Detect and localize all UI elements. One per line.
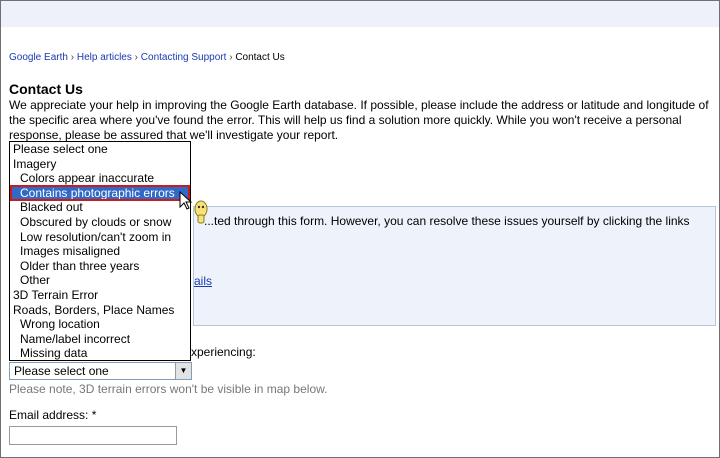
issue-type-select[interactable]: Please select one ▼ <box>9 362 192 380</box>
top-bar <box>1 1 719 27</box>
option-name-label-incorrect[interactable]: Name/label incorrect <box>11 332 189 346</box>
hand-pointer-cursor-icon <box>179 191 208 224</box>
option-blacked-out[interactable]: Blacked out <box>11 200 189 214</box>
option-contains-photographic-errors[interactable]: Contains photographic errors <box>10 184 190 201</box>
option-colors-appear-inaccurate[interactable]: Colors appear inaccurate <box>11 171 189 185</box>
issue-type-dropdown-list[interactable]: Please select one Imagery Colors appear … <box>9 141 191 361</box>
email-input[interactable] <box>9 426 177 445</box>
option-older-than-three-years[interactable]: Older than three years <box>11 259 189 273</box>
option-images-misaligned[interactable]: Images misaligned <box>11 244 189 258</box>
breadcrumb: Google Earth › Help articles › Contactin… <box>9 52 285 63</box>
page-frame: Google Earth › Help articles › Contactin… <box>0 0 720 458</box>
breadcrumb-help-articles[interactable]: Help articles <box>77 52 132 63</box>
option-missing-data[interactable]: Missing data <box>11 346 189 360</box>
option-please-select-one[interactable]: Please select one <box>11 142 189 156</box>
breadcrumb-separator: › <box>134 52 138 63</box>
info-box-link[interactable]: ails <box>194 274 212 288</box>
terrain-note: Please note, 3D terrain errors won't be … <box>9 382 328 396</box>
page-title: Contact Us <box>9 81 83 97</box>
intro-paragraph: We appreciate your help in improving the… <box>9 98 709 142</box>
breadcrumb-google-earth[interactable]: Google Earth <box>9 52 68 63</box>
issue-type-select-value: Please select one <box>14 364 109 378</box>
info-box-text: ...ted through this form. However, you c… <box>204 214 690 228</box>
option-wrong-location[interactable]: Wrong location <box>11 317 189 331</box>
optgroup-imagery: Imagery <box>13 156 57 171</box>
chevron-down-icon[interactable]: ▼ <box>175 363 191 379</box>
option-3d-terrain-error[interactable]: 3D Terrain Error <box>11 288 189 302</box>
breadcrumb-separator: › <box>70 52 75 63</box>
breadcrumb-separator: › <box>229 52 233 63</box>
info-box: ...ted through this form. However, you c… <box>193 206 716 326</box>
option-low-resolution[interactable]: Low resolution/can't zoom in <box>11 230 189 244</box>
optgroup-roads-borders-place-names: Roads, Borders, Place Names <box>13 302 175 317</box>
breadcrumb-contacting-support[interactable]: Contacting Support <box>141 52 227 63</box>
option-other[interactable]: Other <box>11 273 189 287</box>
email-label: Email address: * <box>9 408 97 422</box>
issue-type-label: xperiencing: <box>191 345 256 359</box>
breadcrumb-current: Contact Us <box>235 52 285 63</box>
option-obscured-by-clouds-or-snow[interactable]: Obscured by clouds or snow <box>11 215 189 229</box>
